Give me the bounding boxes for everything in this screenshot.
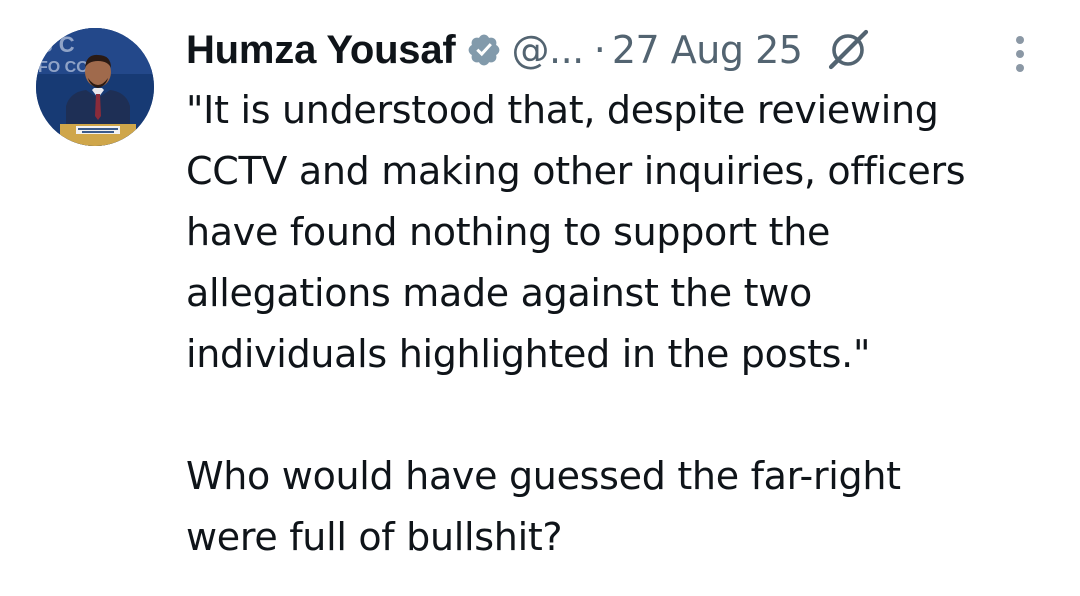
post-text-paragraph: Who would have guessed the far-right wer… (186, 454, 901, 559)
post-text-paragraph: "It is understood that, despite reviewin… (186, 88, 966, 376)
author-handle[interactable]: @... (512, 28, 585, 72)
avatar[interactable]: S C FO COT (36, 28, 154, 146)
grok-icon[interactable] (826, 28, 870, 72)
author-name[interactable]: Humza Yousaf (186, 28, 456, 73)
post-text: "It is understood that, despite reviewin… (186, 80, 1066, 568)
more-vertical-icon[interactable] (1008, 34, 1032, 74)
separator-dot: · (593, 28, 606, 72)
tweet[interactable]: S C FO COT Humza Yousaf @... · 27 Aug 25… (0, 0, 1080, 596)
post-header: Humza Yousaf @... · 27 Aug 25 (186, 20, 870, 80)
svg-text:S C: S C (38, 32, 75, 57)
avatar-image: S C FO COT (36, 28, 154, 146)
verified-badge-icon[interactable] (466, 32, 502, 68)
post-date[interactable]: 27 Aug 25 (612, 28, 803, 72)
